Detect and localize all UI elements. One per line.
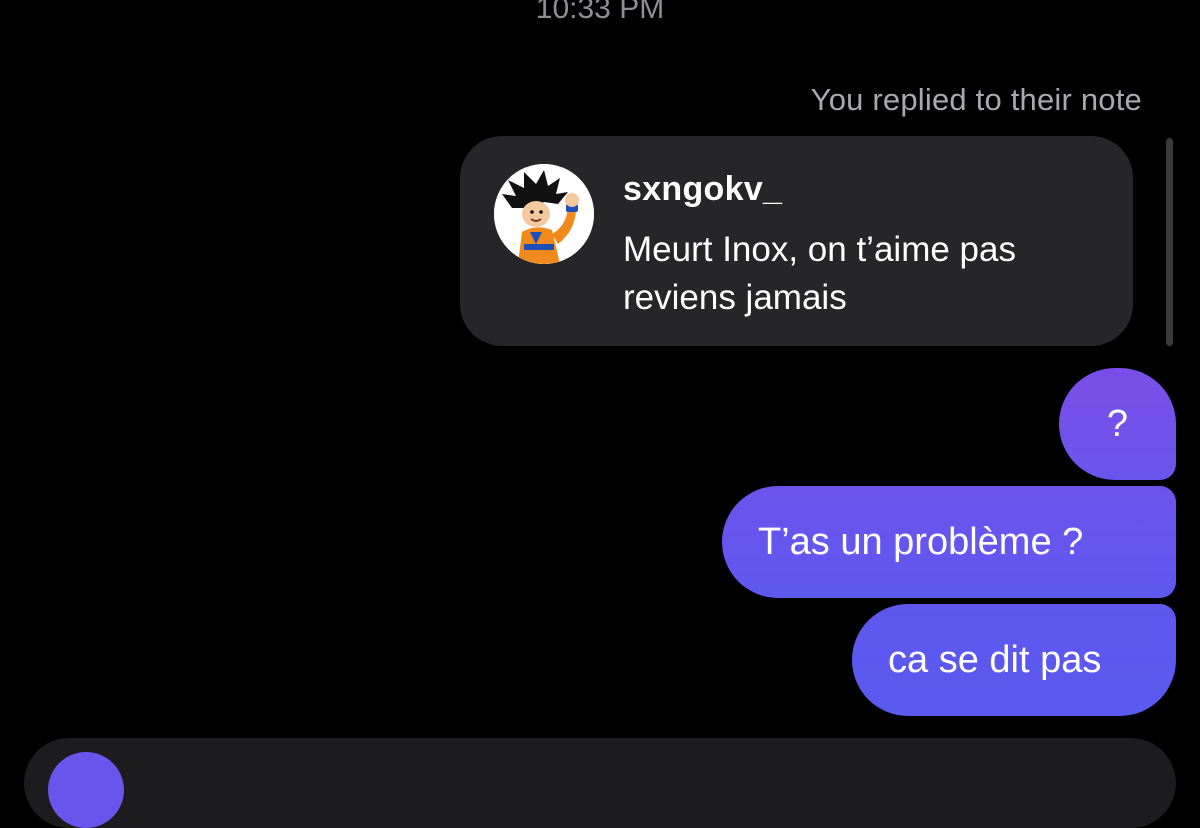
note-reply-bubble[interactable]: sxngokv_ Meurt Inox, on t’aime pas revie… [460,136,1133,346]
camera-icon[interactable] [48,752,124,828]
outgoing-message-bubble[interactable]: ca se dit pas [852,604,1176,716]
outgoing-message-bubble[interactable]: ? [1059,368,1176,480]
message-text: ? [1106,402,1129,445]
outgoing-message-bubble[interactable]: T’as un problème ? [722,486,1176,598]
message-text: T’as un problème ? [758,520,1084,563]
note-text: Meurt Inox, on t’aime pas reviens jamais [623,230,1016,317]
scrollbar[interactable] [1166,138,1173,346]
message-timestamp: 10:33 PM [535,0,665,25]
message-text: ca se dit pas [888,638,1102,681]
note-username[interactable]: sxngokv_ [623,170,782,209]
message-composer[interactable] [24,738,1176,828]
reply-context-label: You replied to their note [810,82,1142,117]
goku-avatar-icon[interactable] [494,164,594,264]
